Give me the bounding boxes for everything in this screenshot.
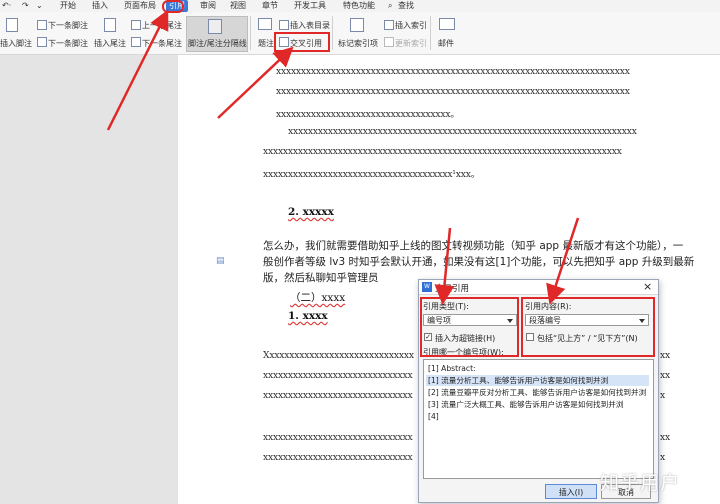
arrow-to-crossref: [217, 46, 294, 119]
arrow-to-ref-type: [434, 227, 455, 305]
arrow-to-ref-content: [546, 217, 580, 305]
watermark: 知乎用户: [600, 472, 681, 494]
arrow-to-menu: [106, 9, 169, 131]
annotation-arrows: [106, 9, 580, 305]
